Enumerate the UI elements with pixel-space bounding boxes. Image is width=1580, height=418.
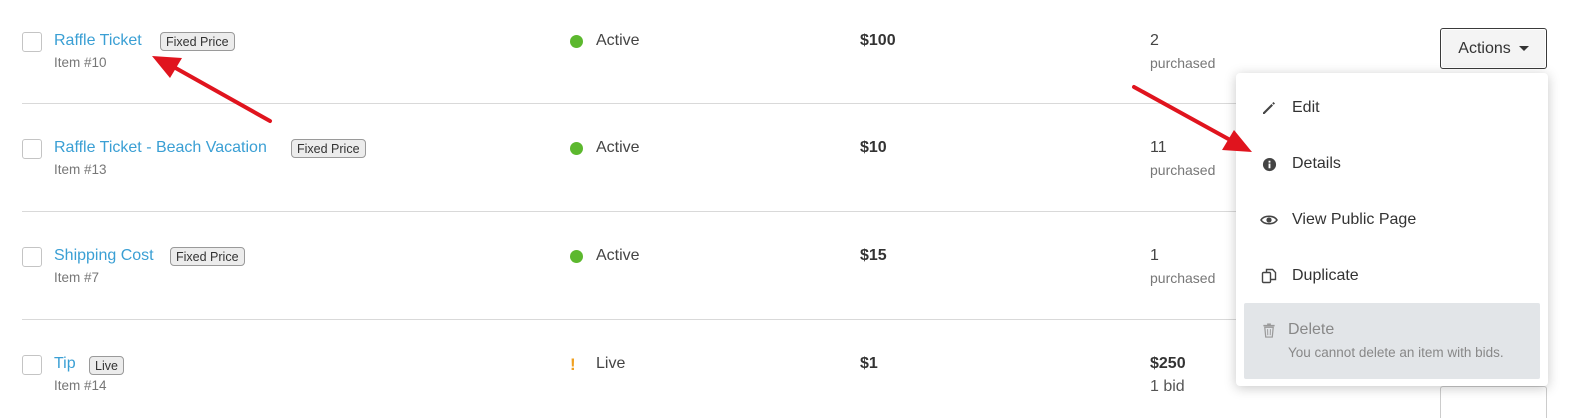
item-price: $100 [860, 32, 896, 49]
menu-item-label: Details [1292, 155, 1341, 172]
actions-button[interactable] [1440, 386, 1547, 418]
item-number: Item #7 [54, 270, 100, 285]
menu-item-view-public-page[interactable]: View Public Page [1236, 192, 1548, 248]
item-name-link[interactable]: Raffle Ticket [54, 32, 142, 50]
actions-button-label: Actions [1458, 39, 1511, 57]
actions-dropdown-menu: Edit Details View Public Page Duplicate … [1236, 73, 1548, 386]
item-type-badge: Fixed Price [291, 139, 366, 158]
info-icon [1260, 155, 1278, 173]
row-checkbox[interactable] [22, 32, 42, 52]
status-warning-icon: ! [570, 355, 576, 374]
row-checkbox[interactable] [22, 139, 42, 159]
menu-item-duplicate[interactable]: Duplicate [1236, 248, 1548, 304]
menu-item-label: Delete [1288, 321, 1335, 338]
item-name-link[interactable]: Shipping Cost [54, 247, 154, 265]
caret-down-icon [1518, 46, 1529, 51]
duplicate-icon [1260, 267, 1278, 285]
purchase-count-label: purchased [1150, 162, 1216, 178]
status-label: Live [596, 355, 626, 372]
purchase-count: 11 [1150, 139, 1167, 156]
menu-item-delete: Delete You cannot delete an item with bi… [1244, 303, 1540, 379]
item-number: Item #10 [54, 55, 107, 70]
bid-count: 1 bid [1150, 378, 1185, 395]
item-type-badge: Fixed Price [170, 247, 245, 266]
menu-item-label: View Public Page [1292, 211, 1417, 228]
trash-icon [1262, 323, 1276, 343]
status-active-icon [570, 35, 583, 48]
row-checkbox[interactable] [22, 355, 42, 375]
delete-disabled-note: You cannot delete an item with bids. [1288, 345, 1504, 360]
item-price: $1 [860, 355, 878, 372]
purchase-count-label: purchased [1150, 270, 1216, 286]
row-checkbox[interactable] [22, 247, 42, 267]
purchase-count: 2 [1150, 32, 1159, 49]
status-label: Active [596, 247, 640, 264]
item-price: $10 [860, 139, 887, 156]
actions-button[interactable]: Actions [1440, 28, 1547, 69]
item-name-link[interactable]: Tip [54, 355, 76, 373]
item-type-badge: Live [89, 356, 124, 375]
item-number: Item #13 [54, 162, 107, 177]
status-label: Active [596, 32, 640, 49]
eye-icon [1260, 211, 1278, 229]
item-number: Item #14 [54, 378, 107, 393]
purchase-count: 1 [1150, 247, 1159, 264]
status-label: Active [596, 139, 640, 156]
item-name-link[interactable]: Raffle Ticket - Beach Vacation [54, 139, 267, 157]
highest-bid: $250 [1150, 355, 1186, 372]
menu-item-label: Edit [1292, 99, 1320, 116]
pencil-icon [1260, 99, 1278, 117]
menu-item-edit[interactable]: Edit [1236, 80, 1548, 136]
status-active-icon [570, 142, 583, 155]
item-price: $15 [860, 247, 887, 264]
purchase-count-label: purchased [1150, 55, 1216, 71]
menu-item-details[interactable]: Details [1236, 136, 1548, 192]
menu-item-label: Duplicate [1292, 267, 1359, 284]
status-active-icon [570, 250, 583, 263]
item-type-badge: Fixed Price [160, 32, 235, 51]
